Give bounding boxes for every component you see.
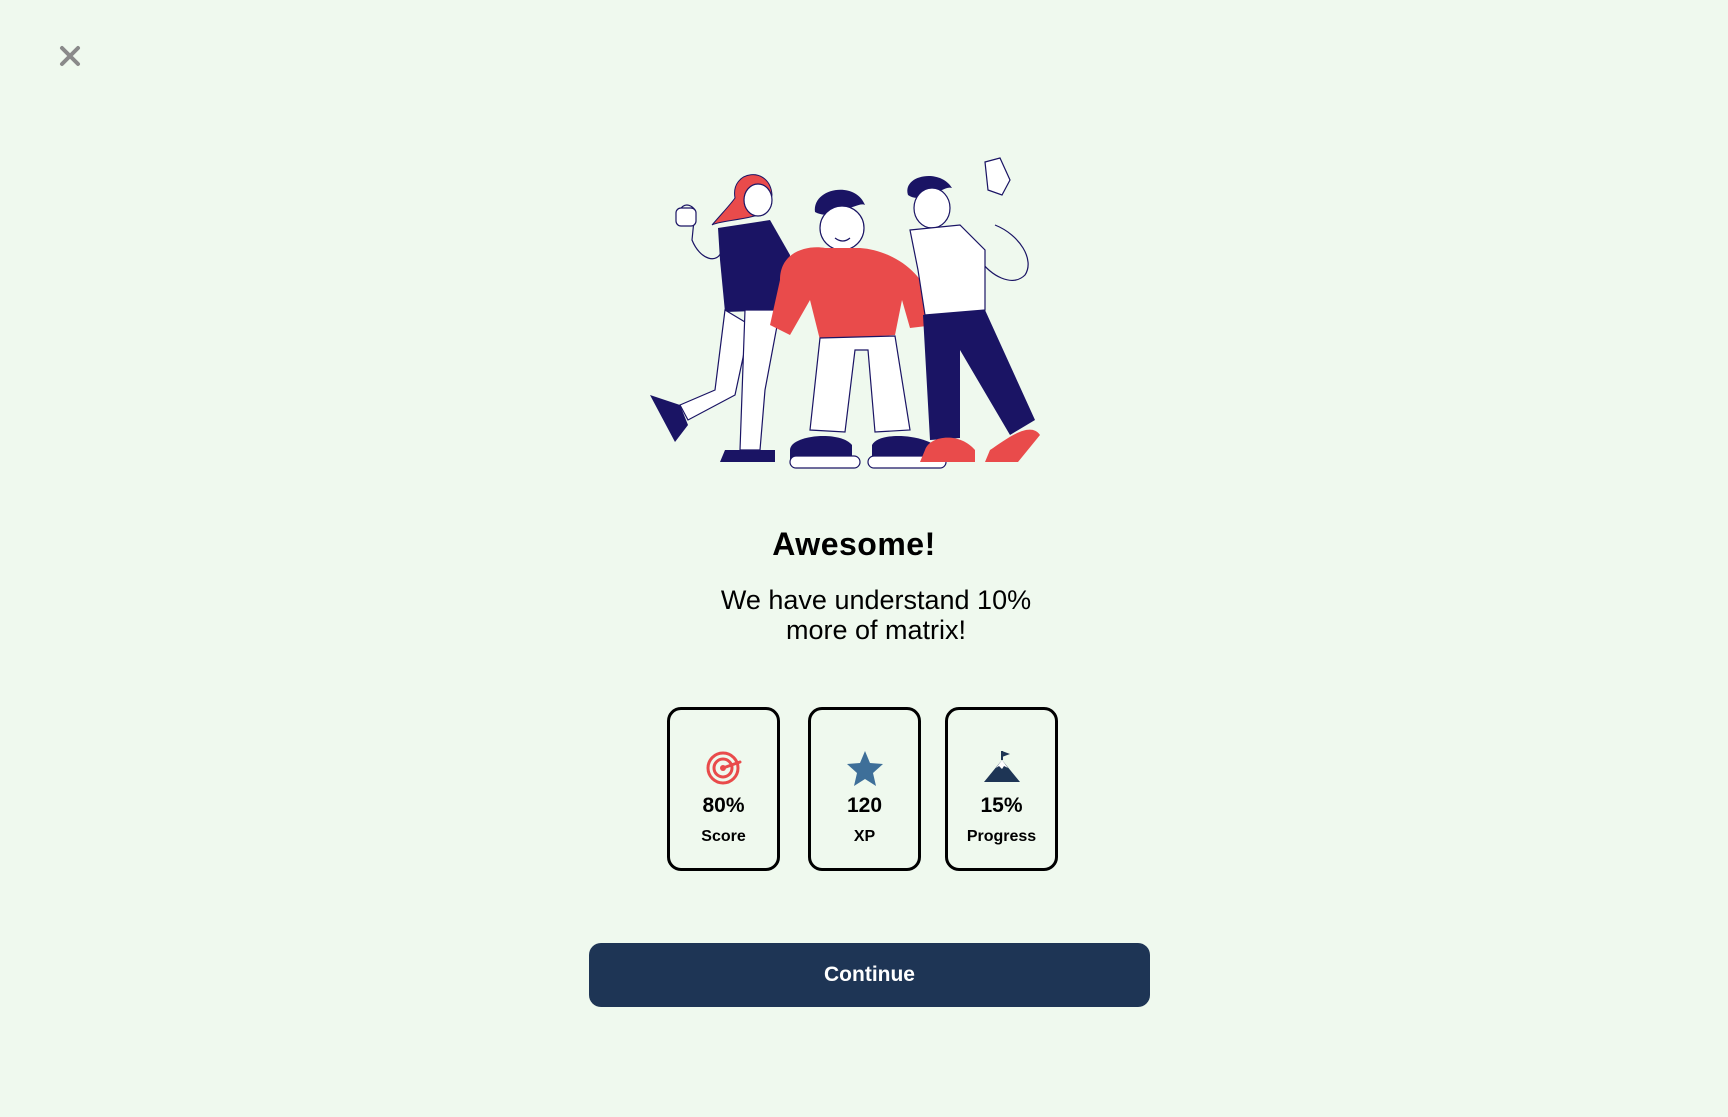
target-icon — [706, 751, 741, 785]
xp-label: XP — [853, 828, 876, 845]
woman-figure — [650, 174, 790, 462]
three-friends-illustration — [650, 157, 1040, 469]
score-stat-card: 80% Score — [667, 707, 780, 871]
subtitle: We have understand 10% more of matrix! — [0, 585, 1728, 645]
progress-value: 15% — [980, 794, 1023, 817]
score-value: 80% — [702, 794, 745, 817]
score-label: Score — [701, 828, 746, 845]
progress-stat-card: 15% Progress — [945, 707, 1058, 871]
close-button[interactable] — [56, 42, 84, 70]
mountain-flag-icon — [983, 751, 1020, 782]
right-man-figure — [907, 157, 1040, 462]
subtitle-line-1: We have understand 10% — [720, 585, 1032, 615]
xp-stat-card: 120 XP — [808, 707, 921, 871]
continue-button[interactable]: Continue — [589, 943, 1150, 1007]
close-icon — [60, 46, 80, 66]
progress-label: Progress — [966, 828, 1037, 845]
page-title: Awesome! — [772, 526, 936, 562]
star-icon — [846, 751, 883, 786]
xp-value: 120 — [846, 794, 883, 817]
subtitle-line-2: more of matrix! — [785, 615, 967, 645]
